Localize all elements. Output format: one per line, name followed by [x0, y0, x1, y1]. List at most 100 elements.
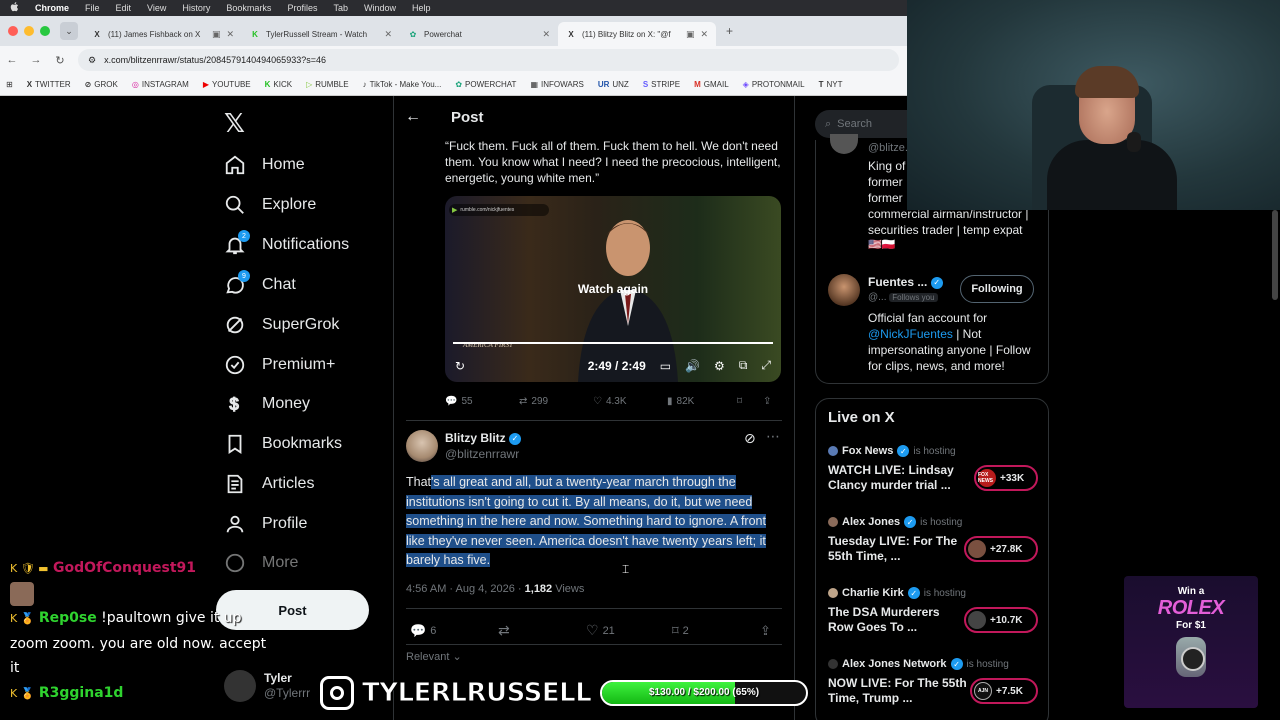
bookmark-gmail[interactable]: M GMAIL — [694, 80, 729, 89]
back-arrow-icon[interactable]: ← — [405, 108, 421, 126]
browser-tab[interactable]: ✿ Powerchat ✕ — [400, 22, 558, 46]
video-player[interactable]: ▶ rumble.com/nickjfuentes AMERICA FIRST … — [445, 196, 781, 382]
bookmark-protonmail[interactable]: ◈ PROTONMAIL — [743, 80, 805, 89]
author-handle[interactable]: @blitzenrrawr — [445, 446, 521, 462]
nav-supergrok[interactable]: SuperGrok — [224, 305, 339, 345]
close-window-button[interactable] — [8, 26, 18, 36]
maximize-window-button[interactable] — [40, 26, 50, 36]
media-icon[interactable]: ▣ — [212, 29, 221, 40]
like-button[interactable]: ♡ 4.3K — [593, 396, 667, 407]
bookmark-powerchat[interactable]: ✿ POWERCHAT — [455, 80, 516, 89]
apps-grid-icon[interactable]: ⊞ — [6, 80, 13, 89]
menu-window[interactable]: Window — [364, 3, 396, 13]
menu-view[interactable]: View — [147, 3, 166, 13]
reply-button[interactable]: 💬 55 — [445, 396, 519, 407]
repost-button[interactable]: ⇄ 299 — [519, 396, 593, 407]
page-scrollbar[interactable] — [1272, 210, 1278, 300]
bookmark-infowars[interactable]: ▦ INFOWARS — [530, 80, 583, 89]
search-input[interactable]: ⌕ Search — [815, 110, 907, 138]
bio-mention-link[interactable]: @NickJFuentes — [868, 327, 953, 341]
reload-icon[interactable]: ↻ — [54, 54, 66, 67]
menu-help[interactable]: Help — [412, 3, 431, 13]
apple-icon[interactable] — [10, 1, 19, 15]
live-item[interactable]: Charlie Kirk ✓ is hosting The DSA Murderer… — [828, 587, 1040, 635]
menu-chrome[interactable]: Chrome — [35, 3, 69, 13]
volume-icon[interactable]: 🔊 — [685, 359, 700, 373]
like-button[interactable]: ♡ 21 — [586, 622, 672, 639]
tab-close-icon[interactable]: ✕ — [542, 29, 550, 40]
nav-articles[interactable]: Articles — [224, 464, 314, 504]
menu-history[interactable]: History — [182, 3, 210, 13]
nav-bookmarks[interactable]: Bookmarks — [224, 424, 342, 464]
account-switcher[interactable]: Tyler @Tylerrr — [224, 670, 310, 702]
share-icon[interactable]: ⇪ — [763, 396, 771, 407]
menu-file[interactable]: File — [85, 3, 100, 13]
share-icon[interactable]: ⇪ — [760, 623, 771, 639]
grok-icon[interactable]: ⊘ — [744, 430, 756, 447]
reply-button[interactable]: 💬 6 — [410, 623, 498, 639]
site-info-icon[interactable]: ⚙ — [88, 55, 96, 66]
replay-icon[interactable]: ↻ — [455, 359, 465, 373]
pip-icon[interactable]: ⧉ — [739, 358, 748, 373]
nav-profile[interactable]: Profile — [224, 504, 307, 544]
avatar[interactable] — [406, 430, 438, 462]
nav-more[interactable]: More — [224, 543, 298, 583]
bookmark-nyt[interactable]: T NYT — [819, 80, 843, 89]
author-name[interactable]: Blitzy Blitz — [445, 431, 506, 445]
bookmark-twitter[interactable]: X TWITTER — [27, 80, 71, 89]
bookmark-icon[interactable]: ⌑ — [737, 396, 763, 407]
fullscreen-icon[interactable]: ⤢ — [761, 358, 771, 373]
avatar[interactable] — [828, 274, 860, 306]
tab-search-button[interactable]: ⌄ — [60, 22, 78, 40]
live-item[interactable]: Alex Jones ✓ is hosting Tuesday LIVE: For … — [828, 516, 1040, 564]
tab-close-icon[interactable]: ✕ — [700, 29, 708, 40]
bookmark-stripe[interactable]: S STRIPE — [643, 80, 680, 89]
bookmark-kick[interactable]: K KICK — [265, 80, 292, 89]
following-button[interactable]: Following — [960, 275, 1034, 303]
menu-edit[interactable]: Edit — [116, 3, 132, 13]
forward-arrow-icon[interactable]: → — [30, 54, 42, 66]
browser-tab[interactable]: X (11) James Fishback on X ▣ ✕ — [84, 22, 242, 46]
minimize-window-button[interactable] — [24, 26, 34, 36]
nav-home[interactable]: Home — [224, 145, 305, 185]
live-item[interactable]: Fox News ✓ is hosting WATCH LIVE: Lindsay … — [828, 445, 1040, 493]
bookmark-button[interactable]: ⌑ 2 — [672, 623, 760, 639]
more-options-icon[interactable]: ⋯ — [766, 428, 780, 445]
video-progress-bar[interactable] — [453, 342, 773, 344]
media-icon[interactable]: ▣ — [686, 29, 695, 40]
bookmark-tiktok[interactable]: ♪ TikTok - Make You... — [363, 80, 442, 89]
account-name[interactable]: Fuentes ... — [868, 275, 927, 289]
nav-chat[interactable]: 9 Chat — [224, 265, 296, 305]
nav-notifications[interactable]: 2 Notifications — [224, 225, 349, 265]
settings-icon[interactable]: ⚙ — [714, 359, 725, 373]
bookmark-youtube[interactable]: ▶ YOUTUBE — [203, 80, 251, 89]
account-handle[interactable]: @... — [868, 292, 887, 303]
bookmark-rumble[interactable]: ▷ RUMBLE — [306, 80, 349, 89]
sort-replies-dropdown[interactable]: Relevant ⌄ — [406, 650, 462, 663]
tab-close-icon[interactable]: ✕ — [226, 29, 234, 40]
repost-button[interactable]: ⇄ — [498, 622, 586, 639]
browser-tab-active[interactable]: X (11) Blitzy Blitz on X: "@f ▣ ✕ — [558, 22, 716, 46]
menu-tab[interactable]: Tab — [333, 3, 348, 13]
menu-bookmarks[interactable]: Bookmarks — [226, 3, 271, 13]
views-button[interactable]: ▮ 82K — [667, 396, 737, 407]
url-input[interactable]: ⚙ x.com/blitzenrrawr/status/208457914049… — [78, 49, 899, 71]
bookmark-grok[interactable]: ⊘ GROK — [85, 80, 118, 89]
nav-money[interactable]: $ Money — [224, 384, 310, 424]
new-tab-button[interactable]: + — [716, 24, 733, 38]
nav-premium[interactable]: Premium+ — [224, 345, 335, 385]
x-logo-icon[interactable]: 𝕏 — [224, 108, 245, 139]
live-item[interactable]: Alex Jones Network ✓ is hosting NOW LIVE: … — [828, 658, 1040, 706]
captions-icon[interactable]: ▭ — [660, 359, 671, 373]
tab-close-icon[interactable]: ✕ — [384, 29, 392, 40]
menu-profiles[interactable]: Profiles — [287, 3, 317, 13]
avatar[interactable] — [830, 134, 858, 154]
nav-explore[interactable]: Explore — [224, 185, 316, 225]
tweet-timestamp[interactable]: 4:56 AM · Aug 4, 2026 · — [406, 583, 525, 595]
back-arrow-icon[interactable]: ← — [6, 54, 18, 66]
bookmark-instagram[interactable]: ◎ INSTAGRAM — [132, 80, 189, 89]
bookmark-unz[interactable]: UR UNZ — [598, 80, 629, 89]
watch-again-button[interactable]: Watch again — [445, 282, 781, 296]
browser-tab[interactable]: K TylerRussell Stream - Watch ✕ — [242, 22, 400, 46]
nav-label: Home — [262, 156, 305, 173]
